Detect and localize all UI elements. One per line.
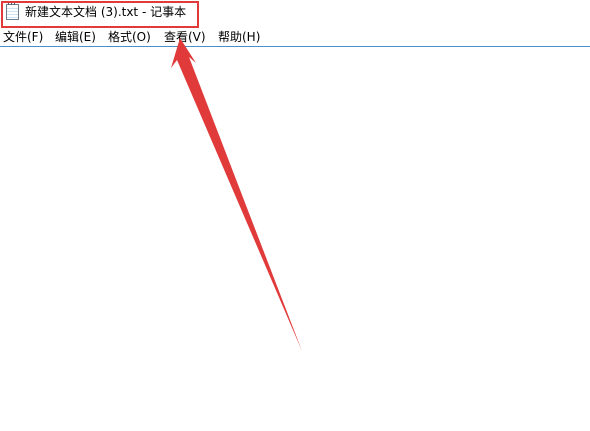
menu-format[interactable]: 格式(O) [108,28,151,46]
menu-file[interactable]: 文件(F) [3,28,43,46]
text-editor-area[interactable] [0,47,590,431]
menu-edit[interactable]: 编辑(E) [55,28,96,46]
title-highlight-box [1,1,199,28]
menu-view[interactable]: 查看(V) [164,28,206,46]
menu-help[interactable]: 帮助(H) [218,28,260,46]
notepad-window: 新建文本文档 (3).txt - 记事本 文件(F) 编辑(E) 格式(O) 查… [0,0,590,431]
menu-bar: 文件(F) 编辑(E) 格式(O) 查看(V) 帮助(H) [0,28,590,46]
